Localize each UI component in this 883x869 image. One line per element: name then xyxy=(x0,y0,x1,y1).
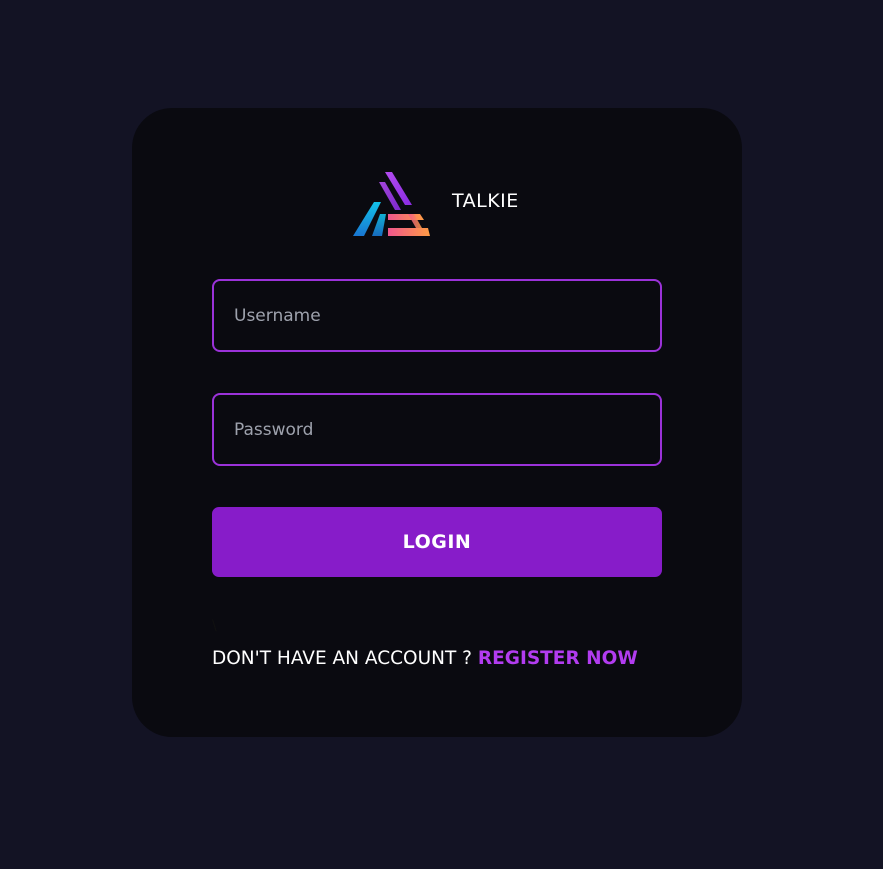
username-input[interactable] xyxy=(212,279,662,352)
register-now-link[interactable]: REGISTER NOW xyxy=(478,648,638,669)
brand: TALKIE xyxy=(352,170,532,240)
register-prompt-text: DON'T HAVE AN ACCOUNT ? xyxy=(212,648,473,669)
login-button[interactable]: LOGIN xyxy=(212,507,662,577)
register-prompt: DON'T HAVE AN ACCOUNT ? REGISTER NOW xyxy=(212,648,672,669)
password-input[interactable] xyxy=(212,393,662,466)
triangle-logo-icon xyxy=(353,172,430,236)
login-card: TALKIE LOGIN \ DON'T HAVE AN ACCOUNT ? R… xyxy=(132,108,742,737)
brand-name: TALKIE xyxy=(452,190,519,212)
stray-text: \ xyxy=(212,618,217,634)
